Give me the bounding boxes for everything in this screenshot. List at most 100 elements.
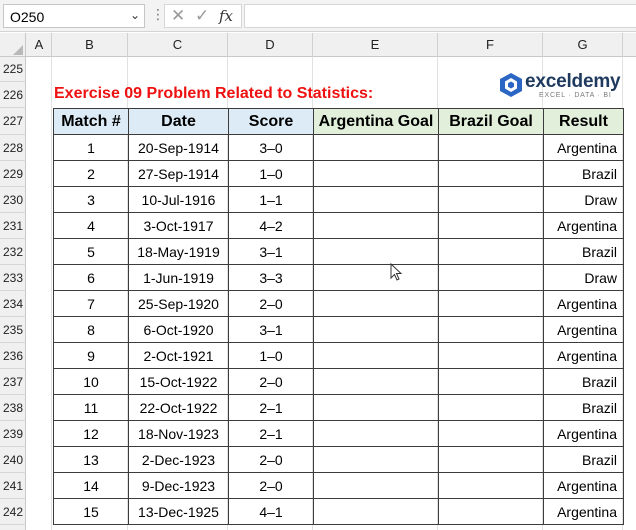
cancel-icon[interactable]: ✕ xyxy=(171,6,185,26)
match-number-cell[interactable]: 10 xyxy=(53,368,129,395)
argentina-goal-cell[interactable] xyxy=(313,368,439,395)
score-cell[interactable]: 4–1 xyxy=(228,498,314,525)
score-cell[interactable]: 3–1 xyxy=(228,238,314,265)
column-header-d[interactable]: D xyxy=(228,33,313,57)
argentina-goal-cell[interactable] xyxy=(313,394,439,421)
row-header[interactable]: 235 xyxy=(0,317,26,343)
argentina-goal-cell[interactable] xyxy=(313,498,439,525)
row-header[interactable]: 225 xyxy=(0,57,26,82)
row-header[interactable]: 242 xyxy=(0,499,26,525)
argentina-goal-cell[interactable] xyxy=(313,472,439,499)
argentina-goal-cell[interactable] xyxy=(313,238,439,265)
column-header-f[interactable]: F xyxy=(438,33,543,57)
row-header[interactable]: 227 xyxy=(0,108,26,135)
result-cell[interactable]: Argentina xyxy=(543,134,624,161)
score-cell[interactable]: 4–2 xyxy=(228,212,314,239)
row-header[interactable]: 241 xyxy=(0,473,26,499)
brazil-goal-cell[interactable] xyxy=(438,342,544,369)
row-header[interactable]: 239 xyxy=(0,421,26,447)
row-header[interactable]: 238 xyxy=(0,395,26,421)
date-cell[interactable]: 10-Jul-1916 xyxy=(128,186,229,213)
header-argentina-goal[interactable]: Argentina Goal xyxy=(313,108,439,135)
brazil-goal-cell[interactable] xyxy=(438,212,544,239)
date-cell[interactable]: 1-Jun-1919 xyxy=(128,264,229,291)
match-number-cell[interactable]: 14 xyxy=(53,472,129,499)
enter-icon[interactable]: ✓ xyxy=(195,6,209,26)
argentina-goal-cell[interactable] xyxy=(313,134,439,161)
brazil-goal-cell[interactable] xyxy=(438,446,544,473)
name-box[interactable]: O250 ⌄ xyxy=(3,4,145,28)
header-score[interactable]: Score xyxy=(228,108,314,135)
brazil-goal-cell[interactable] xyxy=(438,186,544,213)
select-all-button[interactable] xyxy=(0,33,26,57)
argentina-goal-cell[interactable] xyxy=(313,342,439,369)
row-header[interactable]: 237 xyxy=(0,369,26,395)
match-number-cell[interactable]: 3 xyxy=(53,186,129,213)
insert-function-icon[interactable]: fx xyxy=(219,7,233,25)
header-result[interactable]: Result xyxy=(543,108,624,135)
match-number-cell[interactable]: 13 xyxy=(53,446,129,473)
match-number-cell[interactable]: 2 xyxy=(53,160,129,187)
brazil-goal-cell[interactable] xyxy=(438,290,544,317)
date-cell[interactable]: 22-Oct-1922 xyxy=(128,394,229,421)
match-number-cell[interactable]: 11 xyxy=(53,394,129,421)
chevron-down-icon[interactable]: ⌄ xyxy=(130,8,140,22)
row-header[interactable]: 229 xyxy=(0,161,26,187)
score-cell[interactable]: 3–0 xyxy=(228,134,314,161)
match-number-cell[interactable]: 8 xyxy=(53,316,129,343)
brazil-goal-cell[interactable] xyxy=(438,238,544,265)
row-header[interactable]: 233 xyxy=(0,265,26,291)
match-number-cell[interactable]: 15 xyxy=(53,498,129,525)
score-cell[interactable]: 1–1 xyxy=(228,186,314,213)
argentina-goal-cell[interactable] xyxy=(313,290,439,317)
header-brazil-goal[interactable]: Brazil Goal xyxy=(438,108,544,135)
formula-input[interactable] xyxy=(244,4,636,28)
argentina-goal-cell[interactable] xyxy=(313,316,439,343)
date-cell[interactable]: 2-Oct-1921 xyxy=(128,342,229,369)
column-header-g[interactable]: G xyxy=(543,33,623,57)
brazil-goal-cell[interactable] xyxy=(438,316,544,343)
brazil-goal-cell[interactable] xyxy=(438,368,544,395)
date-cell[interactable]: 20-Sep-1914 xyxy=(128,134,229,161)
match-number-cell[interactable]: 6 xyxy=(53,264,129,291)
date-cell[interactable]: 13-Dec-1925 xyxy=(128,498,229,525)
result-cell[interactable]: Draw xyxy=(543,186,624,213)
header-match-number[interactable]: Match # xyxy=(53,108,129,135)
score-cell[interactable]: 2–0 xyxy=(228,290,314,317)
score-cell[interactable]: 3–3 xyxy=(228,264,314,291)
date-cell[interactable]: 27-Sep-1914 xyxy=(128,160,229,187)
score-cell[interactable]: 1–0 xyxy=(228,342,314,369)
argentina-goal-cell[interactable] xyxy=(313,212,439,239)
brazil-goal-cell[interactable] xyxy=(438,498,544,525)
row-header[interactable]: 232 xyxy=(0,239,26,265)
result-cell[interactable]: Brazil xyxy=(543,446,624,473)
argentina-goal-cell[interactable] xyxy=(313,264,439,291)
score-cell[interactable]: 1–0 xyxy=(228,160,314,187)
score-cell[interactable]: 3–1 xyxy=(228,316,314,343)
date-cell[interactable]: 3-Oct-1917 xyxy=(128,212,229,239)
row-header[interactable]: 234 xyxy=(0,291,26,317)
date-cell[interactable]: 6-Oct-1920 xyxy=(128,316,229,343)
date-cell[interactable]: 2-Dec-1923 xyxy=(128,446,229,473)
result-cell[interactable]: Brazil xyxy=(543,394,624,421)
score-cell[interactable]: 2–1 xyxy=(228,420,314,447)
row-header[interactable]: 240 xyxy=(0,447,26,473)
result-cell[interactable]: Argentina xyxy=(543,472,624,499)
brazil-goal-cell[interactable] xyxy=(438,420,544,447)
row-header[interactable]: 230 xyxy=(0,187,26,213)
argentina-goal-cell[interactable] xyxy=(313,446,439,473)
match-number-cell[interactable]: 4 xyxy=(53,212,129,239)
match-number-cell[interactable]: 1 xyxy=(53,134,129,161)
worksheet-grid[interactable]: Exercise 09 Problem Related to Statistic… xyxy=(27,57,636,530)
result-cell[interactable]: Argentina xyxy=(543,212,624,239)
row-header[interactable]: 226 xyxy=(0,82,26,108)
match-number-cell[interactable]: 9 xyxy=(53,342,129,369)
score-cell[interactable]: 2–0 xyxy=(228,446,314,473)
brazil-goal-cell[interactable] xyxy=(438,472,544,499)
score-cell[interactable]: 2–0 xyxy=(228,368,314,395)
argentina-goal-cell[interactable] xyxy=(313,420,439,447)
date-cell[interactable]: 18-Nov-1923 xyxy=(128,420,229,447)
result-cell[interactable]: Draw xyxy=(543,264,624,291)
header-date[interactable]: Date xyxy=(128,108,229,135)
column-header-a[interactable]: A xyxy=(27,33,52,57)
